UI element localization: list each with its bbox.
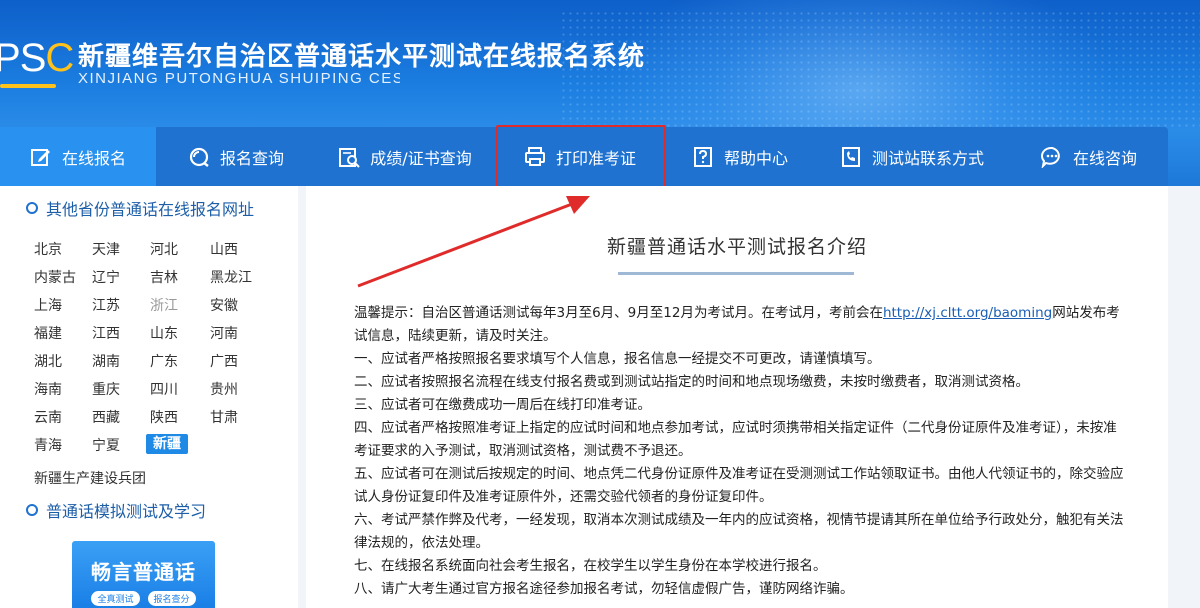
rule-item: 一、应试者严格按照报名要求填写个人信息，报名信息一经提交不可更改，请谨慎填写。 <box>354 351 881 367</box>
promo-title: 畅言普通话 <box>91 560 196 584</box>
baoming-link[interactable]: http://xj.cltt.org/baoming <box>883 305 1052 321</box>
logo-bar <box>0 84 56 88</box>
province-link[interactable]: 北京 <box>34 240 80 260</box>
help-icon <box>693 146 712 167</box>
nav-item-label: 成绩/证书查询 <box>370 148 472 168</box>
changyan-promo-banner[interactable]: 畅言普通话 全真测试 报名查分 <box>72 541 215 608</box>
rule-item: 七、在线报名系统面向社会考生报名，在校学生以学生身份在本学校进行报名。 <box>354 558 827 574</box>
province-link[interactable]: 江苏 <box>92 296 138 316</box>
province-link[interactable]: 宁夏 <box>92 436 138 456</box>
sidebar-section-title-practice: 普通话模拟测试及学习 <box>26 488 206 532</box>
province-link[interactable]: 浙江 <box>150 296 196 316</box>
nav-item-label: 在线咨询 <box>1072 148 1137 168</box>
notice-paragraph: 温馨提示：自治区普通话测试每年3月至6月、9月至12月为考试月。在考试月，考前会… <box>354 305 1120 344</box>
circle-bullet-icon <box>26 504 38 516</box>
promo-tags: 全真测试 报名查分 <box>72 591 215 606</box>
circle-bullet-icon <box>26 202 38 214</box>
nav-item-score-certificate-query[interactable]: 成绩/证书查询 <box>316 127 494 186</box>
intro-text: 温馨提示：自治区普通话测试每年3月至6月、9月至12月为考试月。在考试月，考前会… <box>354 302 1124 601</box>
nav-item-print-admission-ticket[interactable]: 打印准考证 <box>494 127 666 186</box>
promo-tag: 报名查分 <box>147 591 196 606</box>
nav-item-online-registration[interactable]: 在线报名 <box>0 127 156 186</box>
site-title: 新疆维吾尔自治区普通话水平测试在线报名系统 <box>78 42 646 72</box>
title-underline <box>618 272 854 275</box>
header-world-map-dots <box>560 10 1200 130</box>
province-link-selected[interactable]: 新疆 <box>146 434 188 454</box>
site-subtitle: XINJIANG PUTONGHUA SHUIPING CESHI <box>78 70 400 87</box>
rule-item: 二、应试者按照报名流程在线支付报名费或到测试站指定的时间和地点现场缴费，未按时缴… <box>354 374 1029 390</box>
sidebar: 其他省份普通话在线报名网址 北京 天津 河北 山西 内蒙古 辽宁 吉林 黑龙江 … <box>0 186 298 608</box>
province-link[interactable]: 贵州 <box>210 380 256 400</box>
search-icon <box>189 147 209 167</box>
nav-item-test-station-contacts[interactable]: 测试站联系方式 <box>814 127 1010 186</box>
province-link[interactable]: 黑龙江 <box>210 268 270 288</box>
province-link[interactable]: 湖南 <box>92 352 138 372</box>
province-link[interactable]: 辽宁 <box>92 268 138 288</box>
province-link[interactable]: 江西 <box>92 324 138 344</box>
province-link[interactable]: 内蒙古 <box>34 268 80 288</box>
bingtuan-link[interactable]: 新疆生产建设兵团 <box>34 468 146 488</box>
nav-item-label: 帮助中心 <box>723 148 788 168</box>
sidebar-section-title-text: 其他省份普通话在线报名网址 <box>46 200 255 219</box>
nav-item-label: 测试站联系方式 <box>871 148 984 168</box>
edit-icon <box>30 148 50 166</box>
province-link[interactable]: 天津 <box>92 240 138 260</box>
nav-item-help-center[interactable]: 帮助中心 <box>666 127 814 186</box>
province-link[interactable]: 四川 <box>150 380 196 400</box>
province-link[interactable]: 重庆 <box>92 380 138 400</box>
province-link[interactable]: 广东 <box>150 352 196 372</box>
province-link[interactable]: 湖北 <box>34 352 80 372</box>
main-nav: 在线报名 报名查询 成绩/证书查询 打印准考证 帮助中心 测试站联系方式 在线咨… <box>0 127 1168 186</box>
page-title: 新疆普通话水平测试报名介绍 <box>606 236 867 258</box>
rule-item: 六、考试严禁作弊及代考，一经发现，取消本次测试成绩及一年内的应试资格，视情节提请… <box>354 512 1124 551</box>
province-link[interactable]: 河南 <box>210 324 256 344</box>
province-link[interactable]: 海南 <box>34 380 80 400</box>
nav-item-label: 在线报名 <box>61 148 126 168</box>
province-link[interactable]: 云南 <box>34 408 80 428</box>
psc-logo[interactable]: PSC <box>0 30 74 94</box>
province-link[interactable]: 山东 <box>150 324 196 344</box>
promo-tag: 全真测试 <box>91 591 140 606</box>
province-link[interactable]: 陕西 <box>150 408 196 428</box>
rule-item: 三、应试者可在缴费成功一周后在线打印准考证。 <box>354 397 651 413</box>
province-link[interactable]: 甘肃 <box>210 408 256 428</box>
province-link[interactable]: 河北 <box>150 240 196 260</box>
chat-icon <box>1041 146 1060 168</box>
province-link[interactable]: 青海 <box>34 436 80 456</box>
phone-book-icon <box>841 146 860 167</box>
province-link[interactable]: 福建 <box>34 324 80 344</box>
province-link[interactable]: 山西 <box>210 240 256 260</box>
province-link[interactable]: 上海 <box>34 296 80 316</box>
main-content: 新疆普通话水平测试报名介绍 温馨提示：自治区普通话测试每年3月至6月、9月至12… <box>306 186 1168 608</box>
rule-item: 四、应试者严格按照准考证上指定的应试时间和地点参加考试，应试时须携带相关指定证件… <box>354 420 1117 459</box>
nav-item-registration-query[interactable]: 报名查询 <box>156 127 316 186</box>
nav-item-label: 报名查询 <box>219 148 284 168</box>
province-link[interactable]: 吉林 <box>150 268 196 288</box>
nav-item-label: 打印准考证 <box>555 148 636 168</box>
province-link[interactable]: 安徽 <box>210 296 256 316</box>
sidebar-section-title-provinces: 其他省份普通话在线报名网址 <box>0 186 298 230</box>
printer-icon <box>524 146 545 166</box>
nav-item-online-consultation[interactable]: 在线咨询 <box>1010 127 1168 186</box>
certificate-search-icon <box>339 147 361 168</box>
sidebar-section-title-text: 普通话模拟测试及学习 <box>46 502 207 521</box>
logo-letters: PSC <box>0 36 74 80</box>
rule-item: 五、应试者可在测试后按规定的时间、地点凭二代身份证原件及准考证在受测测试工作站领… <box>354 466 1124 505</box>
province-link[interactable]: 广西 <box>210 352 256 372</box>
rule-item: 八、请广大考生通过官方报名途径参加报名考试，勿轻信虚假广告，谨防网络诈骗。 <box>354 581 854 597</box>
province-link[interactable]: 西藏 <box>92 408 138 428</box>
